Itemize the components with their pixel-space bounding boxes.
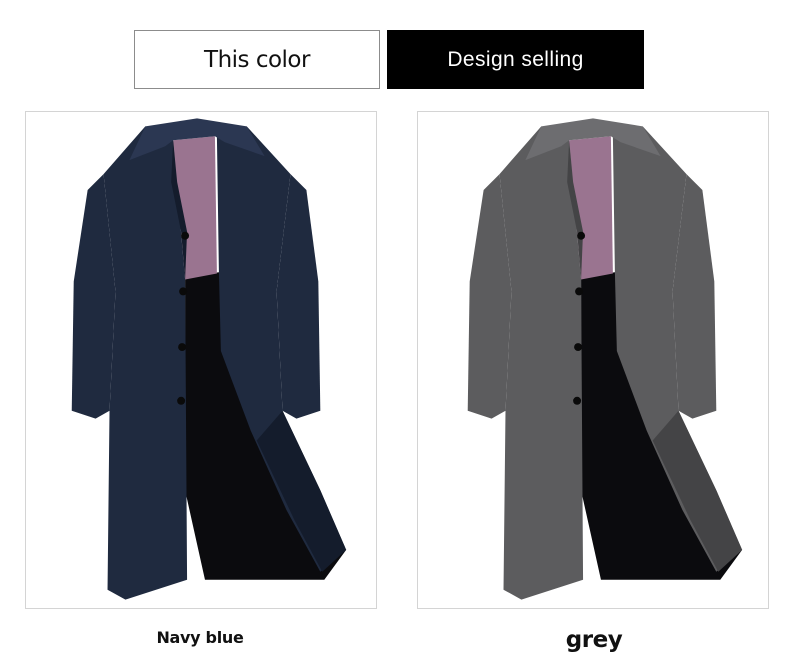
tab-design-selling-label: Design selling [447, 47, 584, 71]
navy-coat-image [71, 118, 347, 600]
product-card-grey[interactable] [417, 111, 769, 609]
caption-navy-blue: Navy blue [156, 628, 244, 647]
grey-coat-image [467, 118, 743, 600]
tab-this-color[interactable]: This color [134, 30, 380, 89]
tab-design-selling[interactable]: Design selling [387, 30, 644, 89]
product-card-navy[interactable] [25, 111, 377, 609]
caption-grey: grey [565, 627, 623, 653]
tab-this-color-label: This color [204, 46, 310, 73]
